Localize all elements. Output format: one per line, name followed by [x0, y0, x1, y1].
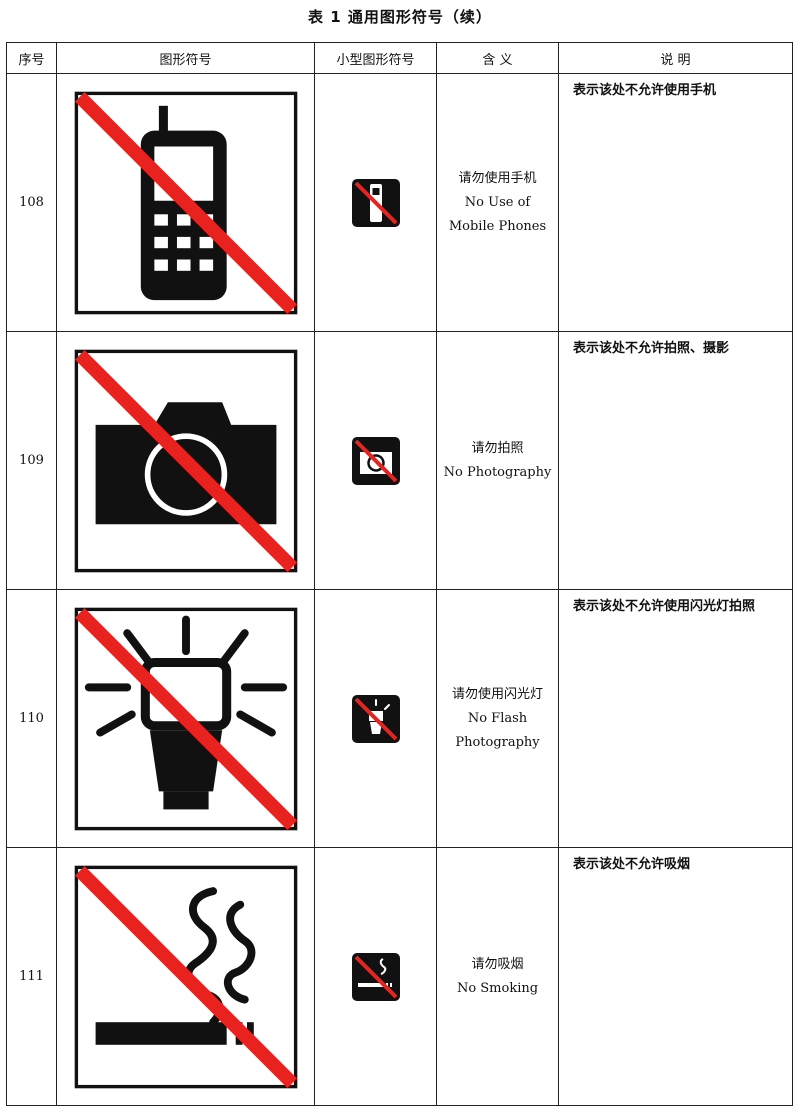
row-number: 111 — [6, 847, 57, 1106]
no-mobile-phone-small-icon — [351, 178, 400, 227]
table-row: 111 请勿吸烟 No Smoking 表示该处不允许吸烟 — [6, 847, 793, 1106]
table-row: 108 请勿使用手机 No Use of Mobile Phones 表示该处不… — [6, 73, 793, 332]
meaning-en: Photography — [455, 734, 540, 750]
meaning-cell: 请勿使用手机 No Use of Mobile Phones — [436, 73, 559, 332]
no-camera-small-icon — [351, 436, 400, 485]
no-flash-small-icon — [351, 694, 400, 743]
description-cell: 表示该处不允许拍照、摄影 — [558, 331, 793, 590]
small-symbol-cell — [314, 589, 437, 848]
meaning-cell: 请勿吸烟 No Smoking — [436, 847, 559, 1106]
header-desc: 说 明 — [558, 42, 793, 74]
header-small: 小型图形符号 — [314, 42, 437, 74]
header-symbol: 图形符号 — [56, 42, 315, 74]
symbol-table: 序号 图形符号 小型图形符号 含 义 说 明 108 请勿使用手机 No Use… — [6, 42, 793, 1106]
header-meaning: 含 义 — [436, 42, 559, 74]
meaning-en: No Use of — [464, 194, 531, 210]
meaning-zh: 请勿吸烟 — [471, 956, 524, 972]
row-number: 110 — [6, 589, 57, 848]
meaning-cell: 请勿使用闪光灯 No Flash Photography — [436, 589, 559, 848]
table-row: 109 请勿拍照 No Photography 表示该处不允许拍照、摄影 — [6, 331, 793, 590]
row-number: 108 — [6, 73, 57, 332]
large-symbol-cell — [56, 331, 315, 590]
meaning-zh: 请勿使用闪光灯 — [451, 686, 543, 702]
meaning-cell: 请勿拍照 No Photography — [436, 331, 559, 590]
meaning-en: No Flash — [467, 710, 528, 726]
no-camera-icon — [74, 349, 297, 572]
row-number: 109 — [6, 331, 57, 590]
description-cell: 表示该处不允许使用闪光灯拍照 — [558, 589, 793, 848]
table-row: 110 请勿使用闪光灯 No Flash Photography 表示该处不允许… — [6, 589, 793, 848]
small-symbol-cell — [314, 331, 437, 590]
meaning-en: No Photography — [443, 464, 552, 480]
meaning-zh: 请勿拍照 — [471, 440, 524, 456]
small-symbol-cell — [314, 73, 437, 332]
large-symbol-cell — [56, 589, 315, 848]
description-cell: 表示该处不允许使用手机 — [558, 73, 793, 332]
meaning-en: Mobile Phones — [448, 218, 547, 234]
header-row: 序号 图形符号 小型图形符号 含 义 说 明 — [6, 42, 793, 74]
no-flash-icon — [74, 607, 297, 830]
large-symbol-cell — [56, 73, 315, 332]
meaning-en: No Smoking — [456, 980, 539, 996]
large-symbol-cell — [56, 847, 315, 1106]
small-symbol-cell — [314, 847, 437, 1106]
no-smoking-icon — [74, 865, 297, 1088]
no-mobile-phone-icon — [74, 91, 297, 314]
no-smoking-small-icon — [351, 952, 400, 1001]
table-title: 表 1 通用图形符号（续） — [308, 8, 492, 26]
meaning-zh: 请勿使用手机 — [458, 170, 537, 186]
header-num: 序号 — [6, 42, 57, 74]
description-cell: 表示该处不允许吸烟 — [558, 847, 793, 1106]
